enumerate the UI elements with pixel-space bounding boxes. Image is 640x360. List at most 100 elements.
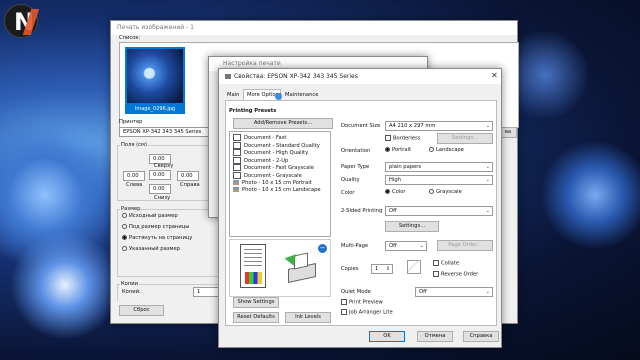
preset-label: Document - 2-Up [244,157,289,164]
size-option-label: Под размер страницы [129,224,190,230]
portrait-radio[interactable]: Portrait [385,147,411,153]
preset-item[interactable]: Document - Grayscale [233,171,330,180]
color-label: Color [341,190,355,196]
print-preview-image: − [229,239,331,297]
reverse-order-checkbox[interactable]: Reverse Order [433,271,478,278]
list-label: Список: [119,35,141,41]
back-copies-input[interactable]: 1 [193,287,219,297]
preset-label: Document - Grayscale [244,172,302,179]
chevron-down-icon: ⌄ [485,123,490,129]
print-preview-label: Print Preview [349,299,383,306]
reset-button[interactable]: Сброс [119,305,164,316]
paper-type-label: Paper Type [341,164,370,170]
size-option-stretch[interactable]: Растянуть на страницу [122,235,192,241]
background-flower [10,230,120,340]
help-button[interactable]: Справка [463,331,499,342]
preset-item[interactable]: Document - Fast [233,134,330,142]
paper-type-value: plain papers [389,164,422,170]
borderless-settings-button[interactable]: Settings... [437,133,493,144]
job-arranger-label: Job Arranger Lite [349,309,393,316]
checkbox-icon [433,271,439,277]
checkbox-icon [341,309,347,315]
document-size-label: Document Size [341,123,381,129]
back-copies-label: Копий: [122,289,141,295]
preset-item[interactable]: Document - Fast Grayscale [233,164,330,172]
chevron-down-icon: ⌄ [485,177,490,183]
print-preview-checkbox[interactable]: Print Preview [341,299,383,306]
preset-label: Document - Standard Quality [244,142,320,149]
preset-item[interactable]: Document - High Quality [233,149,330,157]
collate-label: Collate [441,260,460,267]
preset-label: Document - High Quality [244,150,309,157]
radio-icon [429,189,434,194]
preset-item[interactable]: Photo - 10 x 15 cm Landscape [233,187,330,195]
photo-icon [233,187,239,193]
image-name: Image_0296.jpg [134,106,176,112]
margin-top-label: Сверху [154,163,174,169]
document-size-select[interactable]: A4 210 x 297 mm ⌄ [385,121,493,131]
landscape-label: Landscape [436,147,464,153]
job-arranger-checkbox[interactable]: Job Arranger Lite [341,309,393,316]
add-remove-presets-button[interactable]: Add/Remove Presets... [233,118,333,129]
background-flower [540,140,640,250]
quiet-mode-label: Quiet Mode [341,289,371,295]
preset-item[interactable]: Document - Standard Quality [233,141,330,150]
radio-selected-icon [385,189,390,194]
info-badge-icon: − [318,244,327,253]
reset-defaults-button[interactable]: Reset Defaults [233,312,279,323]
two-sided-value: Off [389,208,397,214]
margin-top-input[interactable]: 0.00 [149,170,171,180]
chevron-down-icon: ⌄ [485,208,490,214]
size-option-custom[interactable]: Указанный размер [122,246,180,252]
preset-label: Document - Fast [244,135,287,141]
multipage-select[interactable]: Off ⌄ [385,241,427,251]
presets-list: Document - Fast Document - Standard Qual… [229,131,331,237]
margin-left-input[interactable]: 0.00 [123,171,145,181]
collate-checkbox[interactable]: Collate [433,260,459,267]
show-settings-button[interactable]: Show Settings [233,297,279,308]
preset-item[interactable]: Document - 2-Up [233,156,330,165]
color-bars [245,272,262,284]
channel-logo: N [4,4,40,38]
margin-right-input[interactable]: 0.00 [177,171,199,181]
two-sided-settings-button[interactable]: Settings... [385,221,439,232]
size-group [117,209,221,277]
document-icon [233,141,241,149]
radio-icon [429,147,434,152]
copies-value: 1 [375,266,379,272]
grayscale-radio[interactable]: Grayscale [429,189,462,195]
ok-button[interactable]: OK [369,331,405,342]
close-icon[interactable]: ✕ [491,71,498,80]
grayscale-label: Grayscale [436,189,462,195]
color-option-label: Color [392,189,406,195]
margin-right-label: Справа [180,182,200,188]
image-thumbnail[interactable] [125,47,185,105]
borderless-checkbox[interactable]: Borderless [385,135,420,142]
radio-selected-icon [385,147,390,152]
color-radio[interactable]: Color [385,189,406,195]
size-option-label: Указанный размер [129,246,180,252]
size-option-fit[interactable]: Под размер страницы [122,224,189,230]
paper-type-select[interactable]: plain papers ⌄ [385,162,493,172]
printer-select[interactable]: EPSON XP-342 343 345 Series [119,127,216,137]
two-sided-label: 2-Sided Printing [341,208,383,214]
preset-item[interactable]: Photo - 10 x 15 cm Portrait [233,179,330,188]
multipage-label: Multi-Page [341,243,369,249]
cancel-button[interactable]: Отмена [417,331,453,342]
document-icon [233,134,241,141]
reverse-order-label: Reverse Order [441,271,479,278]
printer-icon [225,74,231,79]
page-order-button[interactable]: Page Order... [437,240,493,251]
quality-select[interactable]: High ⌄ [385,175,493,185]
tab-main[interactable]: Main [227,92,239,98]
copies-input[interactable]: 1 ⇕ [371,264,393,274]
two-sided-select[interactable]: Off ⌄ [385,206,493,216]
printer-graphic-icon [282,252,320,286]
size-option-label: Растянуть на страницу [129,235,193,241]
size-option-original[interactable]: Исходный размер [122,213,178,219]
margin-bottom-input[interactable]: 0.00 [149,184,171,194]
landscape-radio[interactable]: Landscape [429,147,464,153]
quiet-mode-select[interactable]: Off ⌄ [415,287,493,297]
tab-maintenance[interactable]: Maintenance [285,92,318,98]
ink-levels-button[interactable]: Ink Levels [285,312,331,323]
